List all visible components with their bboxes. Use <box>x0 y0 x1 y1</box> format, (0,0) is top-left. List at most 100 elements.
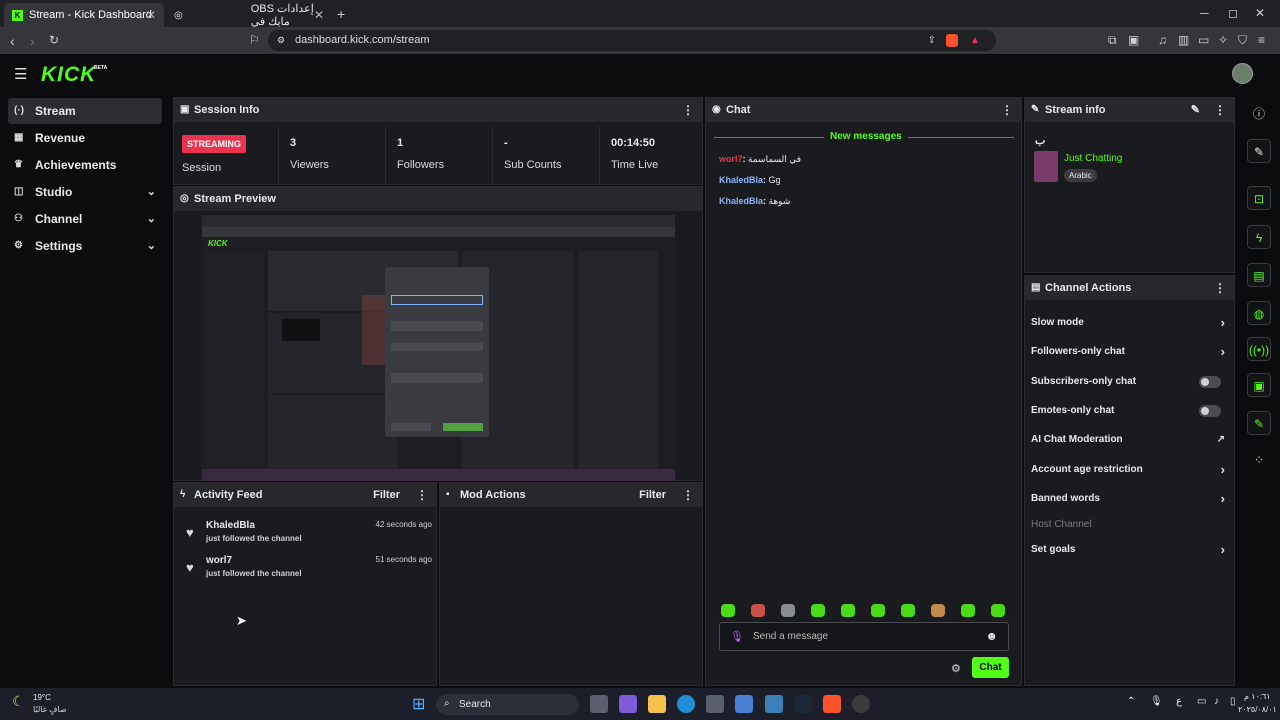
chevron-down-icon[interactable]: ⌄ <box>147 179 156 205</box>
brave-shields-icon[interactable] <box>946 34 958 47</box>
vpn-icon[interactable]: ⛉ <box>1238 33 1247 48</box>
extensions-icon[interactable]: ⧉ <box>1108 33 1117 48</box>
bot-icon[interactable]: ⊡ <box>1247 186 1271 210</box>
bookmark-icon[interactable]: ⚐ <box>249 33 260 47</box>
activity-username[interactable]: KhaledBla <box>206 520 255 531</box>
taskbar-search[interactable]: ⌕ Search <box>436 694 579 715</box>
tray-chevron-icon[interactable]: ⌃ <box>1127 696 1135 707</box>
battery-icon[interactable]: ▯ <box>1230 696 1236 707</box>
ai-chat-moderation-action[interactable]: AI Chat Moderation ↗ <box>1031 426 1229 454</box>
sidebar-item-stream[interactable]: (·) Stream <box>8 98 162 124</box>
edit-icon[interactable]: ✎ <box>1191 98 1200 122</box>
task-view-icon[interactable] <box>590 695 608 713</box>
reload-icon[interactable]: ↻ <box>49 33 59 47</box>
obs-icon[interactable] <box>852 695 870 713</box>
emote-icon[interactable] <box>991 604 1005 617</box>
wallet-icon[interactable]: ▭ <box>1198 33 1209 47</box>
edit-icon[interactable]: ✎ <box>1247 139 1271 163</box>
language-indicator[interactable]: ع <box>1176 696 1182 707</box>
emote-icon[interactable] <box>871 604 885 617</box>
chat-username[interactable]: KhaledBla <box>719 196 763 206</box>
clock-date[interactable]: ٢٠٢٥/٠٨/٠١ <box>1238 705 1277 714</box>
edge-icon[interactable] <box>677 695 695 713</box>
mod-filter-button[interactable]: Filter <box>639 483 666 507</box>
followers-only-action[interactable]: Followers-only chat › <box>1031 338 1229 366</box>
leo-ai-icon[interactable]: ✧ <box>1218 33 1228 47</box>
more-options-icon[interactable]: ⋮ <box>682 98 694 122</box>
back-icon[interactable]: ‹ <box>10 33 15 49</box>
site-info-icon[interactable]: ⚙ <box>277 30 285 51</box>
close-tab-icon[interactable]: ✕ <box>146 8 156 22</box>
chat-bubble-icon[interactable]: ◍ <box>1247 301 1271 325</box>
menu-icon[interactable]: ≡ <box>1258 33 1265 47</box>
chat-username[interactable]: worl7 <box>719 154 743 164</box>
user-avatar[interactable] <box>1232 63 1253 84</box>
mod-tools-icon[interactable]: ▣ <box>1247 373 1271 397</box>
windows-start-icon[interactable]: ⊞ <box>412 694 425 714</box>
more-options-icon[interactable]: ⋮ <box>1001 98 1013 122</box>
tab-kick-dashboard[interactable]: K Stream - Kick Dashboard ✕ <box>4 3 164 27</box>
sidebar-item-channel[interactable]: ⚇ Channel ⌄ <box>8 206 162 232</box>
mic-tray-icon[interactable]: 🎙 <box>1150 696 1163 707</box>
weather-temp[interactable]: 19°C <box>33 693 51 702</box>
wrench-icon[interactable]: ✎ <box>1247 411 1271 435</box>
sidebar-item-settings[interactable]: ⚙ Settings ⌄ <box>8 233 162 259</box>
sidebar-item-achievements[interactable]: ♛ Achievements <box>8 152 162 178</box>
music-icon[interactable]: ♫ <box>1158 33 1167 47</box>
more-options-icon[interactable]: ⋮ <box>416 483 428 507</box>
tab-obs-settings[interactable]: ◎ OBS إعدادات مايك في ✕ <box>166 3 332 28</box>
forward-icon[interactable]: › <box>30 33 35 49</box>
emote-icon[interactable] <box>781 604 795 617</box>
steam-icon[interactable] <box>794 695 812 713</box>
chat-settings-icon[interactable]: ⚙ <box>951 662 961 675</box>
more-options-icon[interactable]: ⋮ <box>1214 98 1226 122</box>
activity-username[interactable]: worl7 <box>206 555 232 566</box>
clock-time[interactable]: ١٠:٦١ م <box>1244 692 1271 701</box>
close-tab-icon[interactable]: ✕ <box>314 8 324 22</box>
url-field[interactable]: ⚙ dashboard.kick.com/stream ⇪ ▲ <box>268 30 996 51</box>
emotes-only-toggle[interactable] <box>1199 405 1221 417</box>
widgets-icon[interactable] <box>619 695 637 713</box>
subscribers-only-toggle[interactable] <box>1199 376 1221 388</box>
more-options-icon[interactable]: ⋮ <box>682 483 694 507</box>
sidebar-icon[interactable]: ▥ <box>1178 33 1189 47</box>
brave-rewards-icon[interactable]: ▲ <box>970 30 980 51</box>
emote-icon[interactable] <box>961 604 975 617</box>
share-icon[interactable]: ⇪ <box>928 30 936 51</box>
emote-icon[interactable] <box>931 604 945 617</box>
lightning-icon[interactable]: ϟ <box>1247 225 1271 249</box>
account-age-action[interactable]: Account age restriction › <box>1031 456 1229 484</box>
broadcast-icon[interactable]: ((•)) <box>1247 337 1271 361</box>
chevron-down-icon[interactable]: ⌄ <box>147 233 156 259</box>
app-icon[interactable] <box>765 695 783 713</box>
info-icon[interactable]: ⓘ <box>1247 102 1271 126</box>
screenshot-icon[interactable]: ▣ <box>1128 33 1139 47</box>
chat-input[interactable]: 🎙 Send a message ☻ <box>719 622 1009 651</box>
emote-icon[interactable] <box>901 604 915 617</box>
hamburger-menu-icon[interactable]: ☰ <box>14 65 27 83</box>
maximize-button[interactable]: ◻ <box>1228 6 1238 20</box>
new-tab-button[interactable]: + <box>337 6 345 22</box>
mail-icon[interactable] <box>735 695 753 713</box>
emote-icon[interactable] <box>721 604 735 617</box>
microphone-icon[interactable]: 🎙 <box>730 630 744 643</box>
kick-logo[interactable]: KICK <box>41 63 96 87</box>
store-icon[interactable] <box>706 695 724 713</box>
chat-send-button[interactable]: Chat <box>972 657 1009 678</box>
emote-icon[interactable] <box>811 604 825 617</box>
minimize-button[interactable]: ─ <box>1200 6 1209 20</box>
network-icon[interactable]: ▭ <box>1197 696 1206 707</box>
emote-icon[interactable] <box>751 604 765 617</box>
document-icon[interactable]: ▤ <box>1247 263 1271 287</box>
sidebar-item-studio[interactable]: ◫ Studio ⌄ <box>8 179 162 205</box>
file-explorer-icon[interactable] <box>648 695 666 713</box>
add-widget-icon[interactable]: ⁘ <box>1247 448 1271 472</box>
set-goals-action[interactable]: Set goals › <box>1031 536 1229 564</box>
category-name[interactable]: Just Chatting <box>1064 153 1122 164</box>
emote-icon[interactable] <box>841 604 855 617</box>
sidebar-item-revenue[interactable]: ▦ Revenue <box>8 125 162 151</box>
activity-filter-button[interactable]: Filter <box>373 483 400 507</box>
slow-mode-action[interactable]: Slow mode › <box>1031 309 1229 337</box>
banned-words-action[interactable]: Banned words › <box>1031 485 1229 513</box>
close-window-button[interactable]: ✕ <box>1255 6 1265 20</box>
